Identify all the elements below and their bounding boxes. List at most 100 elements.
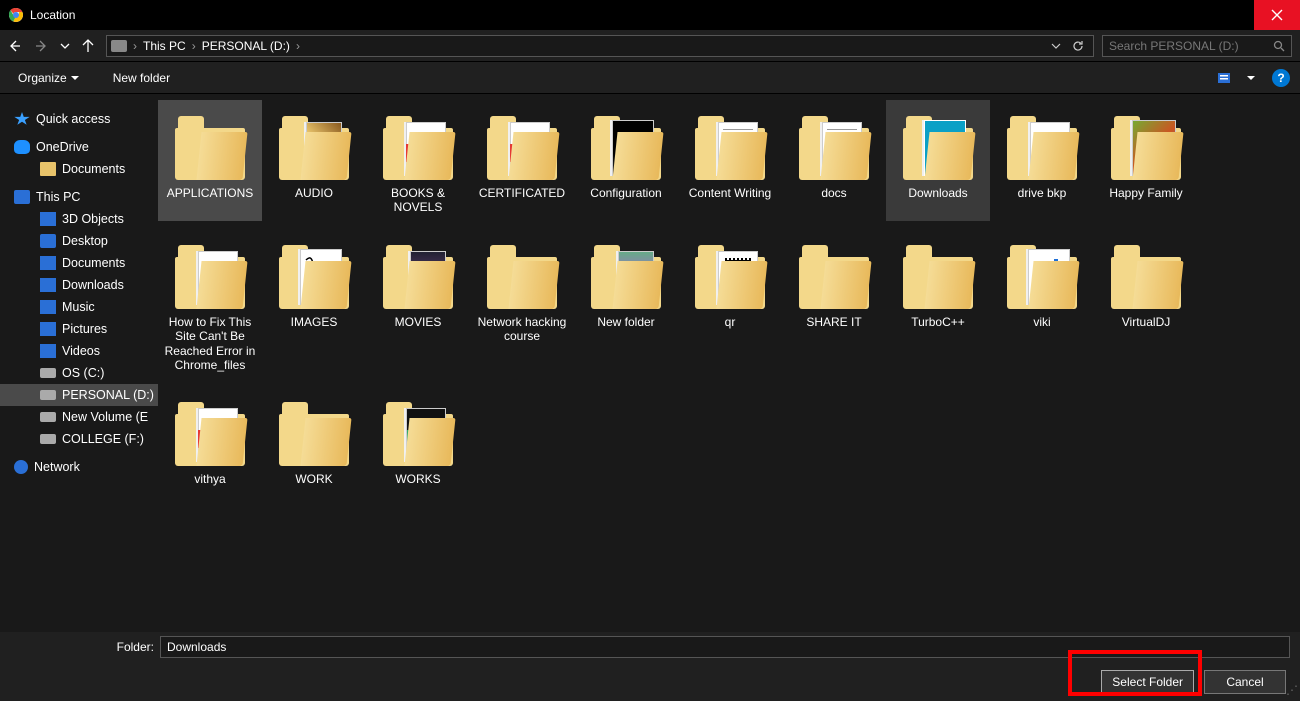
cancel-button[interactable]: Cancel [1204, 670, 1286, 694]
search-icon [1273, 40, 1285, 52]
resize-grip-icon[interactable]: ⋰ [1286, 687, 1298, 699]
sidebar-item-network[interactable]: Network [0, 456, 158, 478]
picture-icon [40, 322, 56, 336]
folder-item[interactable]: Happy Family [1094, 100, 1198, 221]
folder-thumbnail [1002, 233, 1082, 313]
search-box[interactable] [1102, 35, 1292, 57]
folder-content[interactable]: APPLICATIONSAUDIOPDFBOOKS & NOVELSPDFCER… [158, 94, 1300, 632]
close-button[interactable] [1254, 0, 1300, 30]
folder-thumbnail [1106, 233, 1186, 313]
folder-item[interactable]: PDFBOOKS & NOVELS [366, 100, 470, 221]
breadcrumb-this-pc[interactable]: This PC [139, 39, 190, 53]
folder-thumbnail [586, 233, 666, 313]
folder-label: VirtualDJ [1122, 315, 1170, 330]
drive-icon [40, 412, 56, 422]
video-icon [40, 344, 56, 358]
folder-thumbnail [586, 104, 666, 184]
folder-thumbnail [898, 104, 978, 184]
folder-item[interactable]: Content Writing [678, 100, 782, 221]
pc-icon [14, 190, 30, 204]
folder-item[interactable]: IMAGES [262, 229, 366, 379]
view-options-button[interactable] [1216, 68, 1240, 88]
folder-label: Happy Family [1109, 186, 1182, 201]
sidebar-label: Downloads [62, 278, 124, 292]
folder-thumbnail [170, 104, 250, 184]
folder-item[interactable]: MOVIES [366, 229, 470, 379]
sidebar-item-desktop[interactable]: Desktop [0, 230, 158, 252]
folder-thumbnail: PDF [170, 390, 250, 470]
folder-label: WORKS [395, 472, 440, 487]
folder-item[interactable]: WORK [262, 386, 366, 493]
new-folder-button[interactable]: New folder [105, 67, 178, 89]
organize-button[interactable]: Organize [10, 67, 87, 89]
sidebar-item-college-f[interactable]: COLLEGE (F:) [0, 428, 158, 450]
document-icon [40, 256, 56, 270]
sidebar-item-pictures[interactable]: Pictures [0, 318, 158, 340]
help-button[interactable]: ? [1272, 69, 1290, 87]
folder-name-input[interactable] [160, 636, 1290, 658]
drive-icon [40, 390, 56, 400]
view-icon [1218, 71, 1238, 85]
folder-item[interactable]: APPLICATIONS [158, 100, 262, 221]
chrome-icon [8, 7, 24, 23]
folder-item[interactable]: How to Fix This Site Can't Be Reached Er… [158, 229, 262, 379]
view-dropdown-button[interactable] [1244, 68, 1258, 88]
back-button[interactable] [0, 30, 28, 61]
explorer-body: Quick access OneDrive Documents This PC … [0, 94, 1300, 632]
sidebar-item-personal-d[interactable]: PERSONAL (D:) [0, 384, 158, 406]
folder-item[interactable]: Downloads [886, 100, 990, 221]
folder-label: IMAGES [291, 315, 338, 330]
sidebar-label: OS (C:) [62, 366, 104, 380]
address-bar[interactable]: › This PC › PERSONAL (D:) › [106, 35, 1094, 57]
sidebar-label: Music [62, 300, 95, 314]
new-folder-label: New folder [113, 71, 170, 85]
folder-item[interactable]: TurboC++ [886, 229, 990, 379]
folder-label: viki [1033, 315, 1050, 330]
breadcrumb-drive[interactable]: PERSONAL (D:) [198, 39, 294, 53]
folder-label: vithya [194, 472, 225, 487]
folder-label: BOOKS & NOVELS [368, 186, 468, 215]
folder-item[interactable]: AUDIO [262, 100, 366, 221]
sidebar-item-music[interactable]: Music [0, 296, 158, 318]
folder-item[interactable]: SHARE IT [782, 229, 886, 379]
folder-item[interactable]: docs [782, 100, 886, 221]
sidebar-item-documents[interactable]: Documents [0, 252, 158, 274]
sidebar-label: Quick access [36, 112, 110, 126]
breadcrumb-separator: › [131, 39, 139, 53]
select-folder-button[interactable]: Select Folder [1101, 670, 1194, 694]
folder-item[interactable]: PDFCERTIFICATED [470, 100, 574, 221]
star-icon [14, 112, 30, 126]
sidebar-item-downloads[interactable]: Downloads [0, 274, 158, 296]
forward-button[interactable] [28, 30, 56, 61]
folder-label: How to Fix This Site Can't Be Reached Er… [160, 315, 260, 373]
refresh-button[interactable] [1067, 40, 1089, 52]
folder-item[interactable]: MP3drive bkp [990, 100, 1094, 221]
up-button[interactable] [74, 30, 102, 61]
folder-thumbnail [378, 390, 458, 470]
sidebar-item-onedrive-documents[interactable]: Documents [0, 158, 158, 180]
folder-item[interactable]: viki [990, 229, 1094, 379]
triangle-down-icon [71, 74, 79, 82]
sidebar-item-os-c[interactable]: OS (C:) [0, 362, 158, 384]
sidebar-item-3d-objects[interactable]: 3D Objects [0, 208, 158, 230]
sidebar-item-new-volume-e[interactable]: New Volume (E [0, 406, 158, 428]
folder-item[interactable]: qr [678, 229, 782, 379]
sidebar-label: Network [34, 460, 80, 474]
sidebar-label: COLLEGE (F:) [62, 432, 144, 446]
folder-label: SHARE IT [806, 315, 861, 330]
sidebar-label: Documents [62, 256, 125, 270]
folder-item[interactable]: New folder [574, 229, 678, 379]
sidebar-item-onedrive[interactable]: OneDrive [0, 136, 158, 158]
folder-item[interactable]: VirtualDJ [1094, 229, 1198, 379]
sidebar-item-quick-access[interactable]: Quick access [0, 108, 158, 130]
folder-item[interactable]: PDF vithya [158, 386, 262, 493]
folder-item[interactable]: Configuration [574, 100, 678, 221]
folder-item[interactable]: WORKS [366, 386, 470, 493]
folder-item[interactable]: Network hacking course [470, 229, 574, 379]
address-history-button[interactable] [1045, 41, 1067, 51]
arrow-up-icon [81, 39, 95, 53]
sidebar-item-this-pc[interactable]: This PC [0, 186, 158, 208]
sidebar-item-videos[interactable]: Videos [0, 340, 158, 362]
recent-locations-button[interactable] [56, 30, 74, 61]
search-input[interactable] [1109, 39, 1273, 53]
